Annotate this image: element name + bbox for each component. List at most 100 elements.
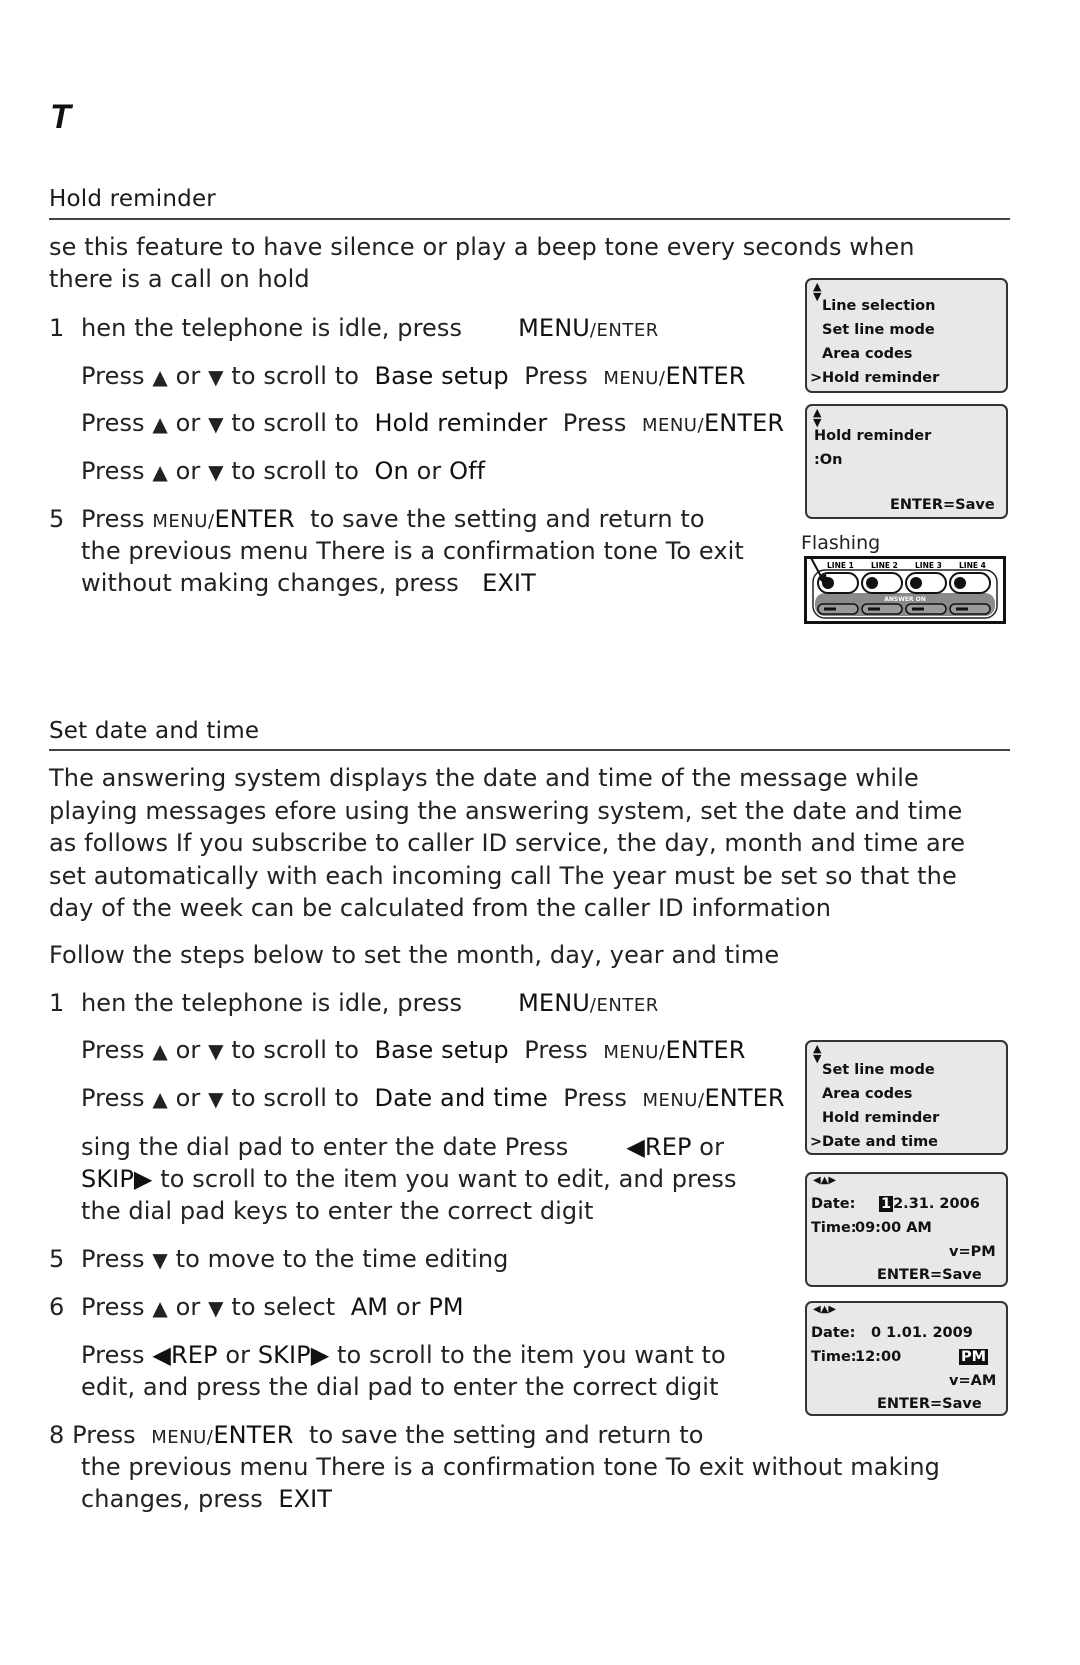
enter-key: ENTER [214,505,295,533]
lcd-date-value: 1 2.31. 2006 [879,1196,980,1212]
section-divider [49,218,1010,220]
step-text: or [395,1293,421,1321]
lcd-footer: ENTER=Save [877,1267,982,1283]
step-text: Press [563,1084,627,1112]
line-label: LINE 3 [915,561,942,570]
down-arrow-icon: ▼ [208,1296,224,1320]
datetime-step-5: 5 Press ▼ to move to the time editing [49,1243,509,1276]
step-text: Press [562,409,627,437]
step-number: 5 [49,1245,65,1273]
step-text: to save the setting and return to [310,505,705,533]
step-text: to select [231,1293,336,1321]
down-arrow-icon: ▼ [208,1039,224,1063]
four-way-arrows-icon: ◀▲▶ [813,1175,837,1186]
step-number: 1 [49,314,65,342]
exit-key: EXIT [482,569,536,597]
line-3-indicator [910,577,922,589]
hold-step-3: Press ▲ or ▼ to scroll to Hold reminder … [49,407,784,442]
lcd-time-value: 12:00 [855,1349,902,1365]
lcd-time-value: 09:00 AM [855,1220,932,1236]
menu-key: MENU/ [152,511,215,532]
datetime-intro-line: The answering system displays the date a… [49,764,919,792]
lcd-edit-cursor: 1 [879,1196,894,1212]
menu-key: MENU/ [603,368,666,389]
hold-step-5: 5 Press MENU/ENTER to save the setting an… [49,503,705,538]
step-text: or [416,457,442,485]
option-off: Off [449,457,486,485]
step-text: sing the dial pad to enter the date Pres… [81,1133,569,1161]
line-2-indicator [866,577,878,589]
menu-target: Base setup [374,362,509,390]
lcd-cursor: > [810,370,823,386]
lcd-cursor: > [810,1134,823,1150]
lcd-menu-item: Set line mode [822,322,935,338]
menu-key: MENU/ [642,1090,705,1111]
step-text: changes, press [81,1485,263,1513]
lcd-screen-date-time-menu: ▲ ▼ Set line mode Area codes Hold reminde… [805,1040,1008,1155]
up-arrow-icon: ▲ [152,412,168,436]
lcd-screen-time-edit: ◀▲▶ Date: 0 1.01. 2009 Time: 12:00 PM v=… [805,1301,1008,1416]
up-down-arrows-icon: ▲ ▼ [813,280,822,303]
menu-key: MENU [518,989,590,1017]
step-text: Press [81,1036,145,1064]
down-arrow-icon: ▼ [208,365,224,389]
datetime-intro-line: day of the week can be calculated from t… [49,894,832,922]
step-text: or [175,457,201,485]
hold-intro-line-1: se this feature to have silence or play … [49,233,915,261]
hold-step-4: Press ▲ or ▼ to scroll to On or Off [49,455,485,488]
datetime-step-7: Press ◀REP or SKIP▶ to scroll to the ite… [49,1339,726,1371]
section-title-set-date-time: Set date and time [49,718,260,744]
enter-key: ENTER [213,1421,294,1449]
menu-key: MENU [518,314,590,342]
step-text: or [225,1341,251,1369]
step-number: 1 [49,989,65,1017]
datetime-step-7-line-2: edit, and press the dial pad to enter th… [81,1373,719,1401]
lcd-hint: v=PM [949,1244,996,1260]
lcd-menu-item: Area codes [822,346,913,362]
datetime-step-8-line-3: changes, press EXIT [49,1483,332,1515]
enter-key: ENTER [665,1036,746,1064]
flashing-label: Flashing [801,532,881,554]
lcd-menu-item: Area codes [822,1086,913,1102]
up-down-arrows-icon: ▲ ▼ [813,406,822,429]
hold-step-1: 1 hen the telephone is idle, press MENU/EN… [49,312,659,347]
step-text: to save the setting and return to [308,1421,704,1449]
up-down-arrows-icon: ▲ ▼ [813,1042,822,1065]
step-text: to scroll to [231,457,360,485]
lcd-hint: v=AM [949,1373,997,1389]
step-text: Press [81,409,145,437]
skip-key: SKIP▶ [257,1341,330,1369]
step-text: or [175,1293,201,1321]
lcd-footer: ENTER=Save [877,1396,982,1412]
step-text: Press [81,457,145,485]
step-text: to move to the time editing [175,1245,509,1273]
enter-key: /ENTER [589,320,659,341]
up-arrow-icon: ▲ [152,1039,168,1063]
up-arrow-icon: ▲ [152,365,168,389]
step-text: Press [81,1245,145,1273]
step-text: Press [81,1084,145,1112]
step-text: hen the telephone is idle, press [81,314,463,342]
hold-step-2: Press ▲ or ▼ to scroll to Base setup Pre… [49,360,746,395]
up-arrow-icon: ▲ [152,460,168,484]
rep-key: ◀REP [626,1133,692,1161]
lcd-time-label: Time: [811,1349,857,1365]
step-text: Press [524,362,588,390]
datetime-intro-line: as follows If you subscribe to caller ID… [49,829,966,857]
line-buttons-diagram: LINE 1 LINE 2 LINE 3 LINE 4 ANSWER ON [812,561,998,619]
up-arrow-icon: ▲ [152,1296,168,1320]
datetime-step-8-line-2: the previous menu There is a confirmatio… [81,1453,940,1481]
step-text: to scroll to [231,409,360,437]
step-text: to scroll to the item you want to edit, … [160,1165,737,1193]
menu-key: MENU/ [151,1427,214,1448]
step-text: or [175,1036,201,1064]
step-text: Press [81,505,145,533]
lcd-date-value: 0 1.01. 2009 [871,1325,973,1341]
datetime-step-6: 6 Press ▲ or ▼ to select AM or PM [49,1291,464,1324]
exit-key: EXIT [278,1485,333,1513]
datetime-intro-line: playing messages efore using the answeri… [49,796,963,825]
option-on: On [374,457,409,485]
datetime-intro-line: set automatically with each incoming cal… [49,861,957,890]
step-text: Press [81,1293,145,1321]
step-text: or [175,409,201,437]
